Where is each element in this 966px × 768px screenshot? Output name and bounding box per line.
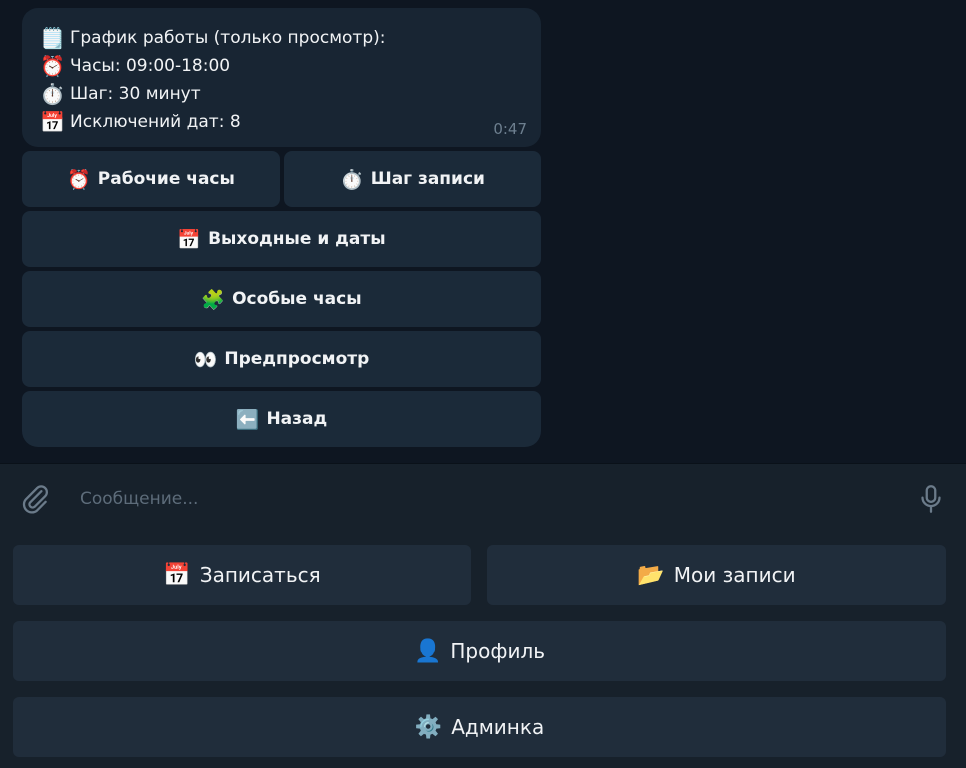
button-label: Записаться bbox=[199, 563, 321, 587]
microphone-icon[interactable] bbox=[914, 482, 948, 516]
button-label: Профиль bbox=[450, 639, 546, 663]
working-hours-button[interactable]: ⏰ Рабочие часы bbox=[22, 151, 280, 207]
profile-button[interactable]: 👤 Профиль bbox=[13, 621, 946, 681]
composer-bar bbox=[0, 463, 966, 533]
preview-button[interactable]: 👀 Предпросмотр bbox=[22, 331, 541, 387]
eyes-icon: 👀 bbox=[193, 348, 218, 371]
button-label: Особые часы bbox=[232, 289, 362, 309]
special-hours-button[interactable]: 🧩 Особые часы bbox=[22, 271, 541, 327]
back-button[interactable]: ⬅️ Назад bbox=[22, 391, 541, 447]
message-line-hours: ⏰ Часы: 09:00-18:00 bbox=[40, 52, 523, 80]
gear-icon: ⚙️ bbox=[414, 714, 443, 740]
message-bubble: 🗒️ График работы (только просмотр): ⏰ Ча… bbox=[22, 8, 541, 147]
calendar-icon: 📅 bbox=[40, 110, 65, 134]
button-label: Выходные и даты bbox=[208, 229, 386, 249]
book-button[interactable]: 📅 Записаться bbox=[13, 545, 471, 605]
days-off-button[interactable]: 📅 Выходные и даты bbox=[22, 211, 541, 267]
button-label: Мои записи bbox=[673, 563, 796, 587]
admin-button[interactable]: ⚙️ Админка bbox=[13, 697, 946, 757]
button-label: Предпросмотр bbox=[224, 349, 370, 369]
message-timestamp: 0:47 bbox=[493, 120, 527, 138]
calendar-icon: 📅 bbox=[163, 562, 191, 588]
arrow-left-icon: ⬅️ bbox=[235, 408, 260, 431]
reply-keyboard: 📅 Записаться 📂 Мои записи 👤 Профиль ⚙️ А… bbox=[0, 533, 966, 768]
message-line-step: ⏱️ Шаг: 30 минут bbox=[40, 80, 523, 108]
stopwatch-icon: ⏱️ bbox=[40, 82, 65, 106]
message-line-exceptions: 📅 Исключений дат: 8 bbox=[40, 108, 523, 136]
button-label: Рабочие часы bbox=[97, 169, 235, 189]
chat-area: 🗒️ График работы (только просмотр): ⏰ Ча… bbox=[0, 0, 966, 463]
button-label: Админка bbox=[451, 715, 545, 739]
folder-icon: 📂 bbox=[637, 562, 665, 588]
button-label: Назад bbox=[266, 409, 328, 429]
message-text: Исключений дат: 8 bbox=[70, 112, 241, 132]
user-icon: 👤 bbox=[413, 638, 442, 664]
booking-step-button[interactable]: ⏱️ Шаг записи bbox=[284, 151, 541, 207]
button-label: Шаг записи bbox=[370, 169, 485, 189]
message-line-schedule: 🗒️ График работы (только просмотр): bbox=[40, 24, 523, 52]
paperclip-icon[interactable] bbox=[18, 482, 52, 516]
notepad-icon: 🗒️ bbox=[40, 26, 65, 50]
stopwatch-icon: ⏱️ bbox=[340, 168, 364, 191]
message-text: График работы (только просмотр): bbox=[70, 28, 386, 48]
puzzle-icon: 🧩 bbox=[201, 288, 226, 311]
calendar-icon: 📅 bbox=[177, 228, 202, 251]
message-input[interactable] bbox=[78, 480, 882, 518]
alarm-clock-icon: ⏰ bbox=[67, 168, 91, 191]
my-bookings-button[interactable]: 📂 Мои записи bbox=[487, 545, 946, 605]
message-text: Часы: 09:00-18:00 bbox=[70, 56, 231, 76]
message-text: Шаг: 30 минут bbox=[70, 84, 201, 104]
alarm-clock-icon: ⏰ bbox=[40, 54, 65, 78]
